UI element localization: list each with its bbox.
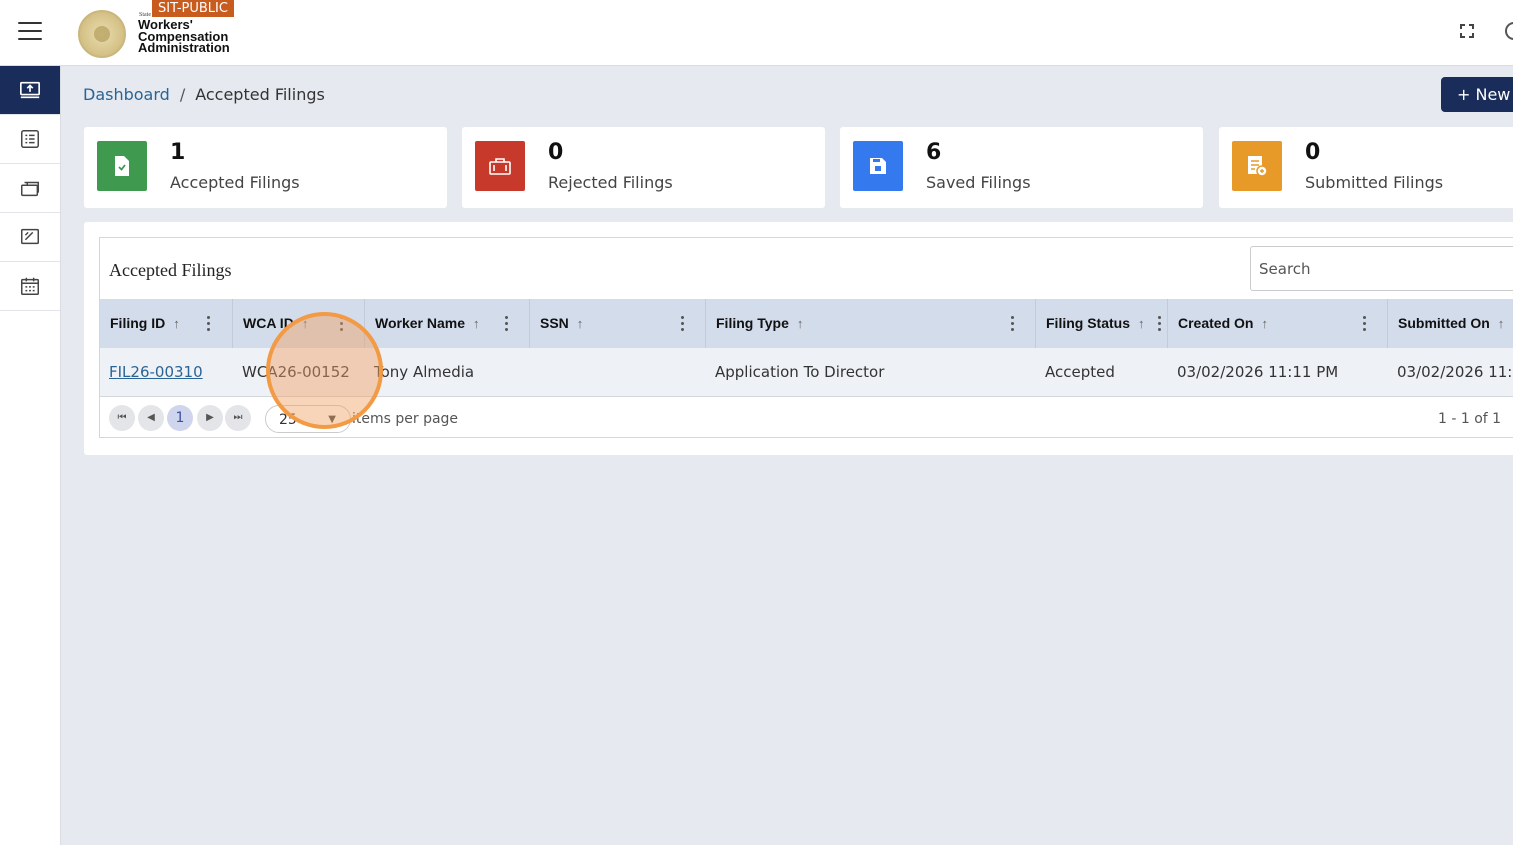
cell-filing-status: Accepted	[1045, 363, 1115, 381]
new-filing-button[interactable]: + New	[1441, 77, 1513, 112]
sort-arrow-icon[interactable]: ↑	[797, 316, 804, 331]
cell-ssn	[530, 348, 539, 397]
sidebar-item-cases[interactable]	[0, 164, 60, 213]
hamburger-menu-icon[interactable]	[18, 22, 42, 42]
checklist-icon	[21, 130, 39, 148]
filing-id-link[interactable]: FIL26-00310	[109, 363, 203, 381]
column-title: Created On	[1178, 315, 1254, 331]
last-page-icon[interactable]: ⏭	[225, 405, 251, 431]
column-menu-icon[interactable]	[207, 316, 211, 332]
calendar-icon	[21, 277, 39, 295]
click-highlight-marker	[266, 312, 383, 429]
column-header-filing-status[interactable]: Filing Status ↑	[1036, 299, 1168, 348]
sidebar	[0, 66, 61, 845]
cell-filing-id[interactable]: FIL26-00310	[100, 348, 203, 397]
column-header-ssn[interactable]: SSN ↑	[530, 299, 706, 348]
sidebar-item-list[interactable]	[0, 115, 60, 164]
document-edit-icon	[21, 228, 39, 245]
card-saved-filings[interactable]: 6 Saved Filings	[840, 127, 1203, 208]
clock-icon[interactable]	[1505, 22, 1513, 40]
sort-arrow-icon[interactable]: ↑	[1498, 316, 1505, 331]
column-title: SSN	[540, 315, 569, 331]
card-icon-box	[475, 141, 525, 191]
accepted-count: 1	[170, 140, 186, 165]
state-seal-logo	[78, 10, 126, 58]
first-page-icon[interactable]: ⏮	[109, 405, 135, 431]
briefcase-icon	[489, 158, 511, 175]
sort-arrow-icon[interactable]: ↑	[577, 316, 584, 331]
column-title: Filing Status	[1046, 315, 1130, 331]
breadcrumb-dashboard-link[interactable]: Dashboard	[83, 85, 170, 104]
submitted-count: 0	[1305, 140, 1321, 165]
sort-arrow-icon[interactable]: ↑	[1261, 316, 1268, 331]
sort-arrow-icon[interactable]: ↑	[1138, 316, 1145, 331]
submitted-label: Submitted Filings	[1305, 173, 1444, 192]
column-header-worker-name[interactable]: Worker Name ↑	[365, 299, 530, 348]
sidebar-item-calendar[interactable]	[0, 262, 60, 311]
cell-filing-type: Application To Director	[715, 363, 885, 381]
environment-badge: SIT-PUBLIC	[152, 0, 234, 17]
next-page-icon[interactable]: ▶	[197, 405, 223, 431]
upload-screen-icon	[20, 81, 40, 99]
rejected-count: 0	[548, 140, 564, 165]
card-submitted-filings[interactable]: 0 Submitted Filings	[1219, 127, 1513, 208]
column-header-created-on[interactable]: Created On ↑	[1168, 299, 1388, 348]
search-input[interactable]	[1250, 246, 1513, 291]
breadcrumb: Dashboard / Accepted Filings	[83, 85, 325, 104]
column-menu-icon[interactable]	[1158, 316, 1162, 332]
column-title: Worker Name	[375, 315, 466, 331]
column-menu-icon[interactable]	[1011, 316, 1015, 332]
sidebar-item-documents[interactable]	[0, 213, 60, 262]
sort-arrow-icon[interactable]: ↑	[173, 316, 180, 331]
column-header-submitted-on[interactable]: Submitted On ↑	[1388, 299, 1513, 348]
column-header-filing-id[interactable]: Filing ID ↑	[100, 299, 233, 348]
column-title: Filing ID	[110, 315, 166, 331]
column-menu-icon[interactable]	[681, 316, 685, 332]
column-title: Filing Type	[716, 315, 789, 331]
briefcase-stack-icon	[21, 181, 39, 197]
page-info: 1 - 1 of 1	[1438, 411, 1502, 427]
breadcrumb-current: Accepted Filings	[195, 85, 325, 104]
saved-label: Saved Filings	[926, 173, 1031, 192]
card-rejected-filings[interactable]: 0 Rejected Filings	[462, 127, 825, 208]
current-page-button[interactable]: 1	[167, 405, 193, 431]
file-check-icon	[115, 156, 129, 176]
card-icon-box	[853, 141, 903, 191]
saved-count: 6	[926, 140, 942, 165]
rejected-label: Rejected Filings	[548, 173, 673, 192]
column-menu-icon[interactable]	[505, 316, 509, 332]
sidebar-item-dashboard[interactable]	[0, 66, 60, 115]
org-name: Workers' Compensation Administration	[138, 18, 230, 55]
sort-arrow-icon[interactable]: ↑	[473, 316, 480, 331]
prev-page-icon[interactable]: ◀	[138, 405, 164, 431]
file-submit-icon	[1248, 156, 1268, 177]
top-bar: State SIT-PUBLIC Workers' Compensation A…	[0, 0, 1513, 66]
cell-submitted-on: 03/02/2026 11:11 PM	[1397, 363, 1513, 381]
card-icon-box	[97, 141, 147, 191]
save-icon	[870, 158, 886, 174]
card-icon-box	[1232, 141, 1282, 191]
org-name-line-3: Administration	[138, 40, 230, 55]
grid-title: Accepted Filings	[109, 260, 232, 280]
accepted-label: Accepted Filings	[170, 173, 300, 192]
column-menu-icon[interactable]	[1363, 316, 1367, 332]
breadcrumb-separator: /	[179, 85, 186, 104]
card-accepted-filings[interactable]: 1 Accepted Filings	[84, 127, 447, 208]
column-header-filing-type[interactable]: Filing Type ↑	[706, 299, 1036, 348]
cell-created-on: 03/02/2026 11:11 PM	[1177, 363, 1339, 381]
fullscreen-icon[interactable]	[1460, 24, 1474, 38]
column-title: Submitted On	[1398, 315, 1490, 331]
